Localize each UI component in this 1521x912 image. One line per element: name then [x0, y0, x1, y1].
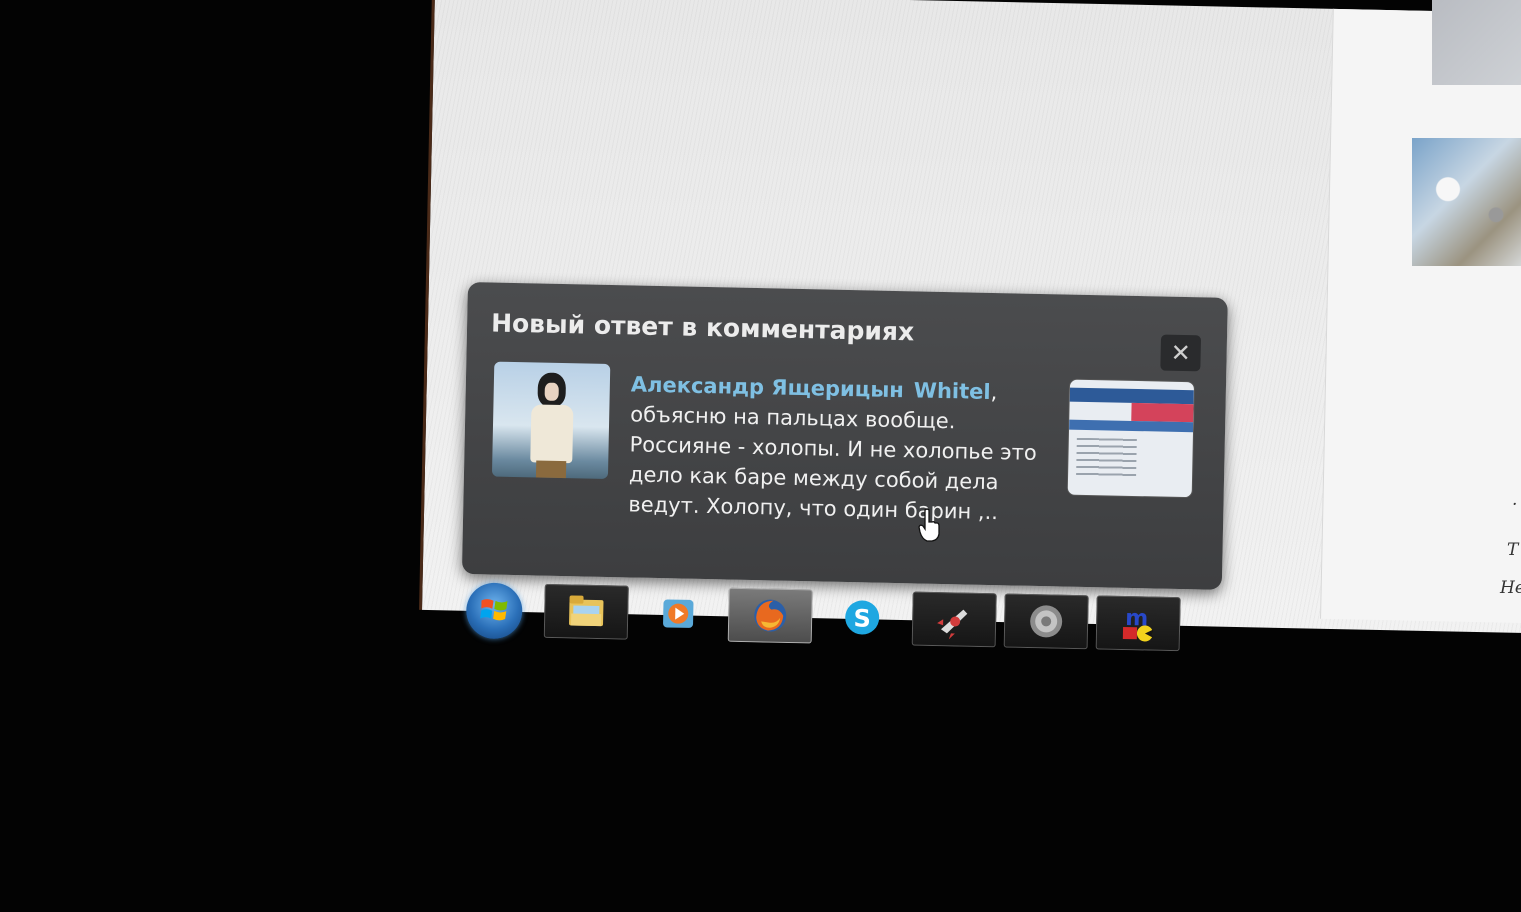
- comment-body: Александр Ящерицын Whitel, объясню на пал…: [628, 369, 1051, 528]
- avatar-face: [544, 382, 559, 401]
- firefox-icon: [754, 599, 787, 632]
- comment-text[interactable]: объясню на пальцах вообще. Россияне - хо…: [628, 402, 1037, 524]
- skype-icon: S: [845, 600, 880, 635]
- sidebar-thumbnail-image[interactable]: [1432, 0, 1521, 85]
- avatar[interactable]: [491, 361, 611, 479]
- avatar-body: [530, 404, 574, 464]
- preview-header-bar: [1069, 387, 1194, 405]
- taskbar-explorer-button[interactable]: [543, 583, 629, 640]
- sidebar-text-2: Не: [1500, 578, 1521, 598]
- speaker-icon: [1030, 605, 1063, 638]
- taskbar-firefox-button[interactable]: [727, 587, 813, 644]
- page-sidebar: [1320, 8, 1521, 623]
- sidebar-text-dot: .: [1512, 490, 1518, 510]
- reply-to-link[interactable]: Whitel: [914, 378, 991, 404]
- author-link[interactable]: Александр Ящерицын: [631, 372, 904, 402]
- reply-to-suffix: ,: [990, 379, 998, 405]
- preview-nav-bar: [1069, 419, 1194, 433]
- taskbar-media-player-button[interactable]: [636, 586, 721, 642]
- preview-text-lines: [1076, 437, 1137, 480]
- folder-icon: [569, 595, 604, 627]
- avatar-legs: [535, 460, 567, 479]
- leopard-thumbnail-image[interactable]: [1412, 138, 1521, 266]
- media-player-icon: [663, 599, 694, 628]
- windows-logo-icon: [480, 599, 508, 621]
- taskbar-speaker-button[interactable]: [1003, 593, 1089, 650]
- hand-cursor-icon: [918, 508, 940, 542]
- mirc-icon: m: [1122, 606, 1154, 642]
- sidebar-text-1: Т: [1507, 540, 1519, 560]
- close-button[interactable]: ✕: [1160, 334, 1202, 372]
- rocket-icon: [937, 609, 968, 640]
- notification-title: Новый ответ в комментариях: [490, 308, 915, 347]
- svg-text:S: S: [853, 604, 871, 632]
- page-preview-thumbnail[interactable]: [1067, 379, 1195, 498]
- taskbar-skype-button[interactable]: S: [820, 590, 905, 646]
- taskbar-rocket-app-button[interactable]: [911, 591, 997, 648]
- preview-banner: [1131, 402, 1194, 423]
- taskbar-mirc-button[interactable]: m: [1095, 595, 1181, 652]
- start-button[interactable]: [465, 582, 523, 640]
- notification-popup: Новый ответ в комментариях ✕ Александр Я…: [461, 282, 1228, 590]
